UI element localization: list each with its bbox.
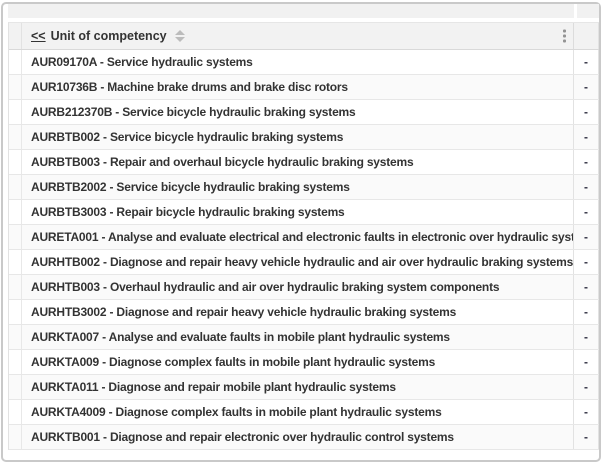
header-value-cell: [574, 23, 599, 49]
value-cell: -: [574, 125, 599, 149]
table-header-row: << Unit of competency: [9, 23, 599, 50]
unit-cell: AUR10736B - Machine brake drums and brak…: [22, 75, 574, 99]
unit-cell: AURBTB3003 - Repair bicycle hydraulic br…: [22, 200, 574, 224]
value-cell: -: [574, 325, 599, 349]
table-row[interactable]: AURHTB003 - Overhaul hydraulic and air o…: [9, 275, 599, 300]
value-cell: -: [574, 275, 599, 299]
row-gutter-cell: [9, 175, 22, 199]
column-menu-icon[interactable]: [561, 28, 568, 45]
sort-asc-triangle-icon: [175, 30, 185, 35]
unit-of-competency-column-header[interactable]: << Unit of competency: [22, 23, 574, 49]
table-row[interactable]: AURKTA007 - Analyse and evaluate faults …: [9, 325, 599, 350]
value-cell: -: [574, 225, 599, 249]
row-gutter-cell: [9, 350, 22, 374]
table-row[interactable]: AURB212370B - Service bicycle hydraulic …: [9, 100, 599, 125]
unit-cell: AURHTB003 - Overhaul hydraulic and air o…: [22, 275, 574, 299]
top-strip-main-segment: [8, 4, 574, 18]
value-cell: -: [574, 100, 599, 124]
header-gutter-cell: [9, 23, 22, 49]
table-row[interactable]: AURHTB002 - Diagnose and repair heavy ve…: [9, 250, 599, 275]
table-row[interactable]: AURETA001 - Analyse and evaluate electri…: [9, 225, 599, 250]
table-row[interactable]: AURBTB3003 - Repair bicycle hydraulic br…: [9, 200, 599, 225]
unit-cell: AURKTA009 - Diagnose complex faults in m…: [22, 350, 574, 374]
top-strip-value-segment: [577, 4, 599, 18]
row-gutter-cell: [9, 400, 22, 424]
collapse-column-link[interactable]: <<: [31, 29, 46, 43]
row-gutter-cell: [9, 325, 22, 349]
value-cell: -: [574, 175, 599, 199]
unit-cell: AURKTA4009 - Diagnose complex faults in …: [22, 400, 574, 424]
table-body: AUR09170A - Service hydraulic systems - …: [9, 50, 599, 450]
row-gutter-cell: [9, 300, 22, 324]
unit-cell: AURBTB2002 - Service bicycle hydraulic b…: [22, 175, 574, 199]
column-header-label: Unit of competency: [51, 29, 167, 43]
row-gutter-cell: [9, 200, 22, 224]
row-gutter-cell: [9, 50, 22, 74]
value-cell: -: [574, 425, 599, 449]
value-cell: -: [574, 400, 599, 424]
value-cell: -: [574, 150, 599, 174]
row-gutter-cell: [9, 275, 22, 299]
table-row[interactable]: AUR10736B - Machine brake drums and brak…: [9, 75, 599, 100]
top-strip: [8, 4, 599, 18]
value-cell: -: [574, 50, 599, 74]
row-gutter-cell: [9, 375, 22, 399]
unit-cell: AURBTB003 - Repair and overhaul bicycle …: [22, 150, 574, 174]
unit-cell: AUR09170A - Service hydraulic systems: [22, 50, 574, 74]
value-cell: -: [574, 250, 599, 274]
table-row[interactable]: AURKTB001 - Diagnose and repair electron…: [9, 425, 599, 450]
unit-cell: AURBTB002 - Service bicycle hydraulic br…: [22, 125, 574, 149]
table-row[interactable]: AURKTA009 - Diagnose complex faults in m…: [9, 350, 599, 375]
table-row[interactable]: AURKTA4009 - Diagnose complex faults in …: [9, 400, 599, 425]
unit-cell: AURB212370B - Service bicycle hydraulic …: [22, 100, 574, 124]
table-row[interactable]: AURKTA011 - Diagnose and repair mobile p…: [9, 375, 599, 400]
row-gutter-cell: [9, 225, 22, 249]
sort-icon[interactable]: [175, 30, 185, 42]
table-row[interactable]: AURBTB2002 - Service bicycle hydraulic b…: [9, 175, 599, 200]
table-row[interactable]: AURBTB003 - Repair and overhaul bicycle …: [9, 150, 599, 175]
table-row[interactable]: AURHTB3002 - Diagnose and repair heavy v…: [9, 300, 599, 325]
row-gutter-cell: [9, 75, 22, 99]
unit-cell: AURKTA007 - Analyse and evaluate faults …: [22, 325, 574, 349]
unit-cell: AURKTB001 - Diagnose and repair electron…: [22, 425, 574, 449]
sort-desc-triangle-icon: [175, 37, 185, 42]
row-gutter-cell: [9, 425, 22, 449]
row-gutter-cell: [9, 250, 22, 274]
unit-cell: AURETA001 - Analyse and evaluate electri…: [22, 225, 574, 249]
unit-of-competency-table: << Unit of competency AUR09170A - Servic…: [8, 22, 599, 450]
row-gutter-cell: [9, 100, 22, 124]
value-cell: -: [574, 375, 599, 399]
unit-cell: AURHTB3002 - Diagnose and repair heavy v…: [22, 300, 574, 324]
row-gutter-cell: [9, 150, 22, 174]
table-row[interactable]: AURBTB002 - Service bicycle hydraulic br…: [9, 125, 599, 150]
table-row[interactable]: AUR09170A - Service hydraulic systems -: [9, 50, 599, 75]
value-cell: -: [574, 300, 599, 324]
value-cell: -: [574, 200, 599, 224]
unit-cell: AURHTB002 - Diagnose and repair heavy ve…: [22, 250, 574, 274]
value-cell: -: [574, 75, 599, 99]
value-cell: -: [574, 350, 599, 374]
row-gutter-cell: [9, 125, 22, 149]
unit-cell: AURKTA011 - Diagnose and repair mobile p…: [22, 375, 574, 399]
